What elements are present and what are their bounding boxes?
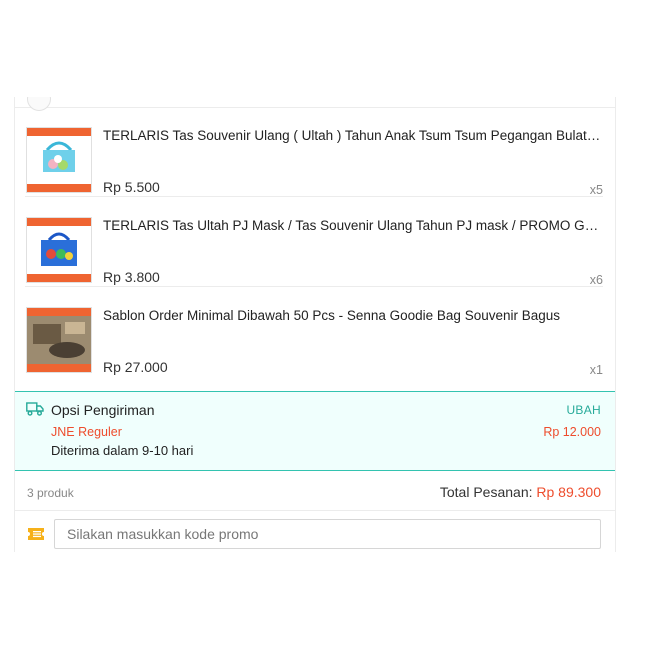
promo-section — [15, 511, 615, 552]
total-amount: Rp 89.300 — [536, 484, 601, 500]
product-row[interactable]: Sablon Order Minimal Dibawah 50 Pcs - Se… — [25, 287, 603, 377]
promo-code-input[interactable] — [54, 519, 601, 549]
change-shipping-button[interactable]: UBAH — [566, 403, 601, 417]
product-image — [26, 127, 92, 193]
product-title[interactable]: TERLARIS Tas Souvenir Ulang ( Ultah ) Ta… — [103, 128, 603, 143]
total-label: Total Pesanan: — [439, 484, 533, 500]
checkout-panel: TERLARIS Tas Souvenir Ulang ( Ultah ) Ta… — [14, 97, 616, 552]
product-row[interactable]: TERLARIS Tas Ultah PJ Mask / Tas Souveni… — [25, 197, 603, 287]
product-quantity: x1 — [589, 363, 603, 377]
voucher-icon — [28, 528, 44, 540]
product-row[interactable]: TERLARIS Tas Souvenir Ulang ( Ultah ) Ta… — [25, 107, 603, 197]
order-summary: 3 produk Total Pesanan: Rp 89.300 — [15, 470, 615, 511]
product-image — [26, 217, 92, 283]
courier-name: JNE Reguler — [51, 425, 122, 439]
product-price: Rp 5.500 — [103, 179, 160, 195]
shipping-label: Opsi Pengiriman — [51, 402, 155, 418]
shipping-fee: Rp 12.000 — [543, 425, 601, 439]
product-image — [26, 307, 92, 373]
order-total: Total Pesanan: Rp 89.300 — [440, 484, 601, 500]
product-count: 3 produk — [27, 486, 74, 500]
shipping-option: Opsi Pengiriman UBAH JNE Reguler Rp 12.0… — [15, 391, 615, 471]
product-price: Rp 3.800 — [103, 269, 160, 285]
product-title[interactable]: TERLARIS Tas Ultah PJ Mask / Tas Souveni… — [103, 218, 603, 233]
product-quantity: x5 — [589, 183, 603, 197]
product-title[interactable]: Sablon Order Minimal Dibawah 50 Pcs - Se… — [103, 308, 603, 323]
truck-icon — [26, 402, 44, 416]
product-price: Rp 27.000 — [103, 359, 168, 375]
delivery-estimate: Diterima dalam 9-10 hari — [51, 443, 194, 458]
product-quantity: x6 — [589, 273, 603, 287]
